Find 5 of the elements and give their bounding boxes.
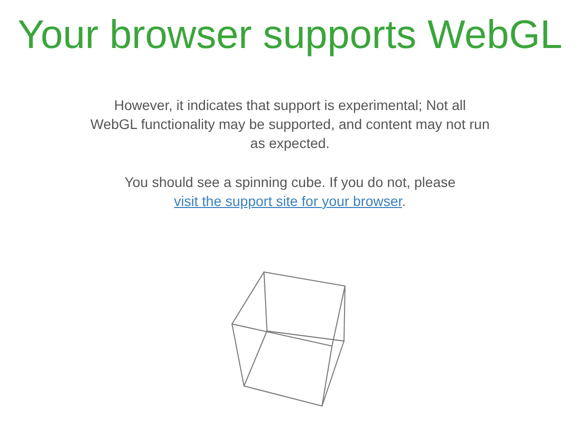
page-title: Your browser supports WebGL [18,12,562,58]
support-link[interactable]: visit the support site for your browser [174,193,402,209]
message-text: However, it indicates that support is experimental; Not all WebGL functionality may be supported, and content may not run as expected. [90,96,490,153]
period-text: . [402,193,406,209]
message-text: You should see a spinning cube. If you do not, please visit the support site for your browser. [123,173,457,211]
